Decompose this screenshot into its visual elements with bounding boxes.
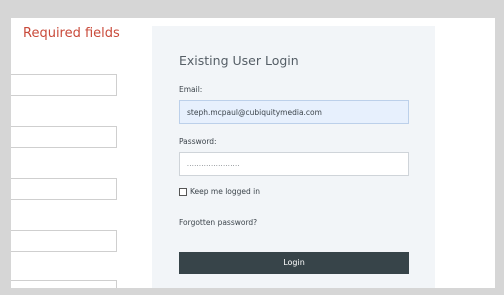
required-fields-label: Required fields (23, 26, 120, 41)
page-frame: Required fields Existing User Login Emai… (11, 18, 495, 288)
email-label: Email: (179, 85, 203, 94)
registration-field-1[interactable] (11, 74, 117, 96)
keep-logged-in-option[interactable]: Keep me logged in (179, 187, 260, 196)
email-field[interactable] (179, 100, 409, 124)
registration-field-2[interactable] (11, 126, 117, 148)
keep-logged-in-label: Keep me logged in (190, 187, 261, 196)
registration-column: Required fields (11, 18, 141, 288)
password-field[interactable] (179, 152, 409, 176)
registration-field-5[interactable] (11, 280, 117, 288)
forgotten-password-link[interactable]: Forgotten password? (179, 218, 257, 227)
login-panel: Existing User Login Email: Password: Kee… (152, 26, 435, 288)
login-button[interactable]: Login (179, 252, 409, 274)
registration-field-4[interactable] (11, 230, 117, 252)
password-label: Password: (179, 137, 217, 146)
registration-field-3[interactable] (11, 178, 117, 200)
keep-logged-in-checkbox[interactable] (179, 187, 187, 196)
login-title: Existing User Login (179, 53, 299, 68)
